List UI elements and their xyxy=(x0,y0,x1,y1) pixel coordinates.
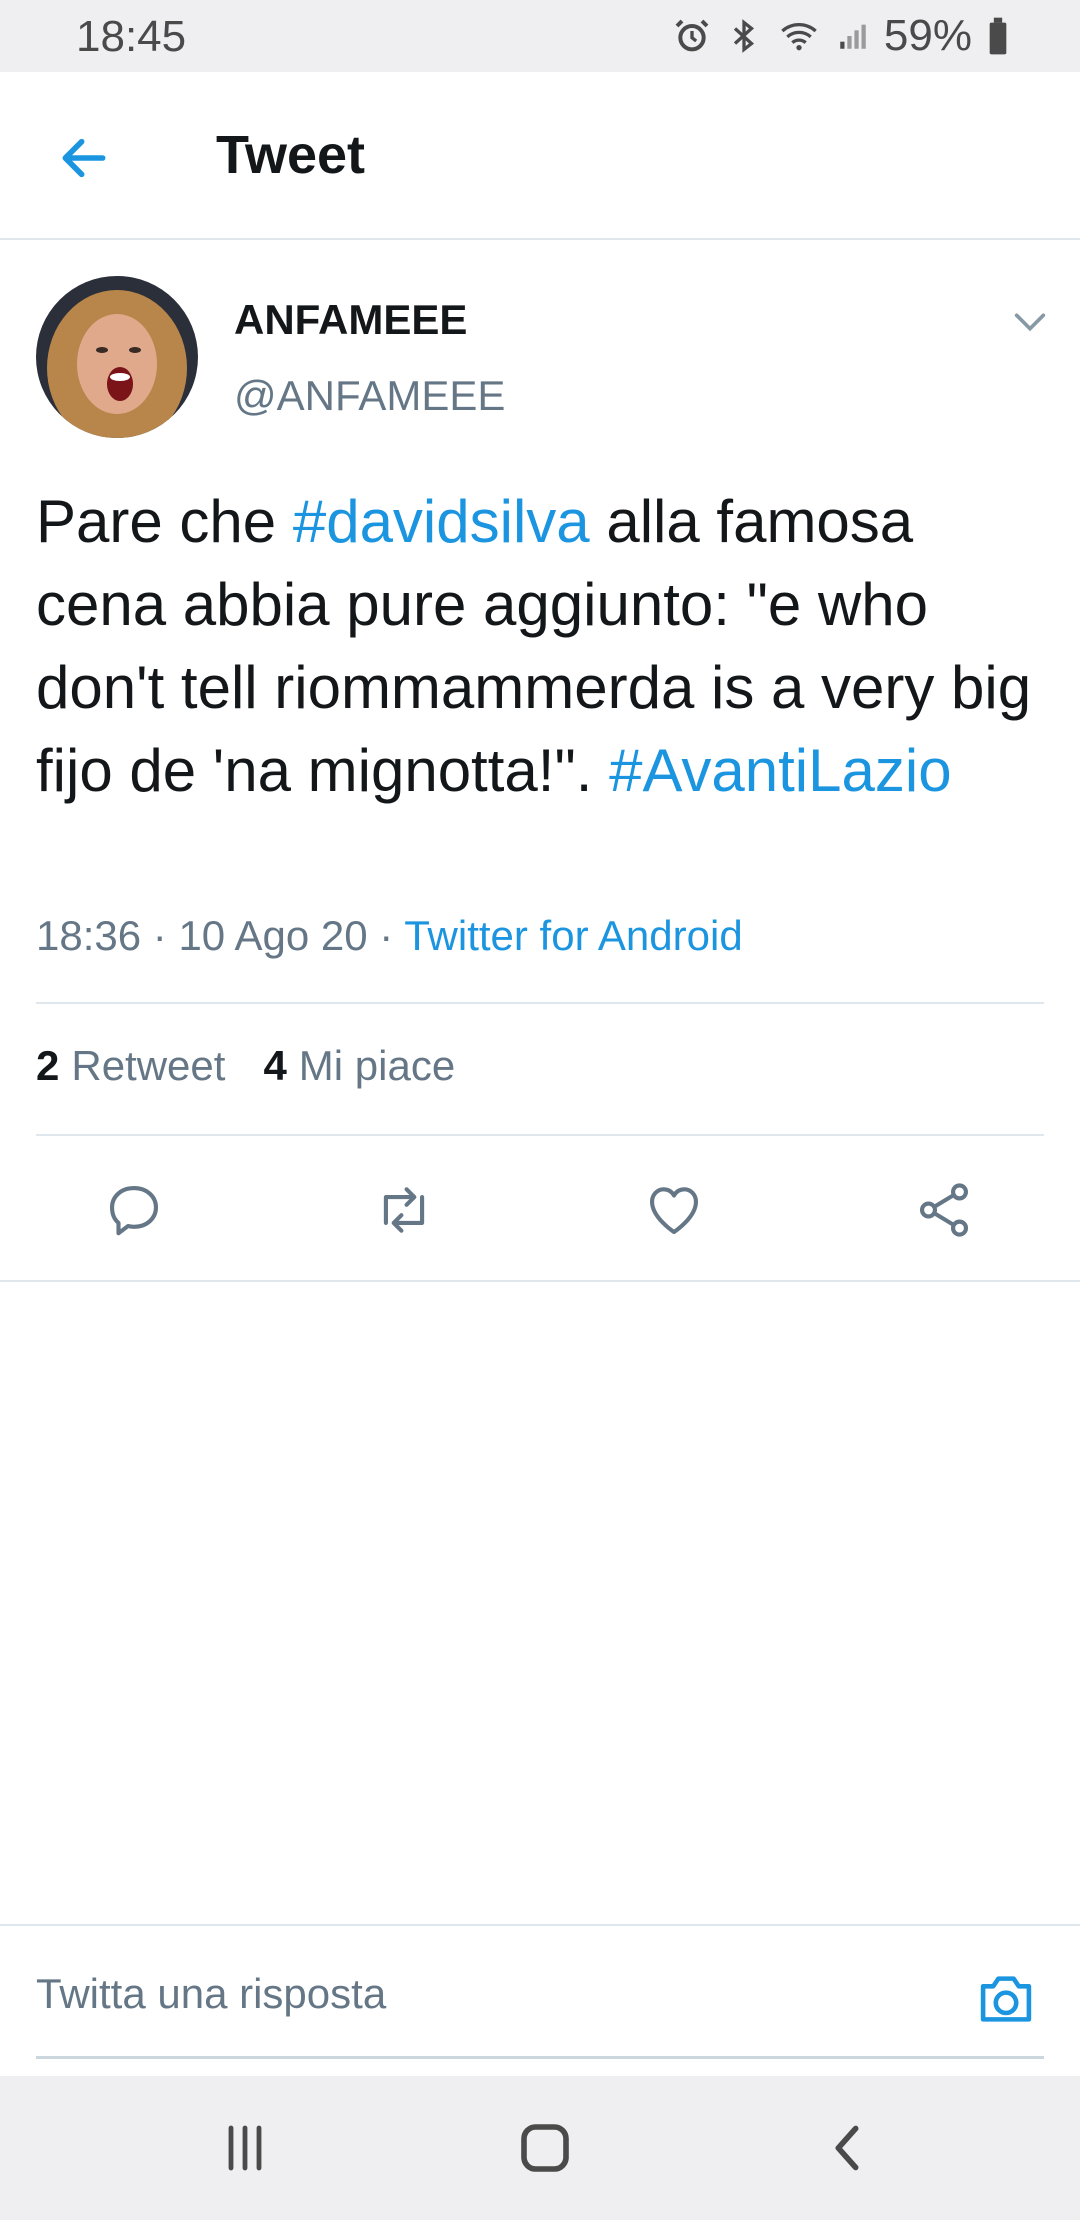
display-name[interactable]: ANFAMEEE xyxy=(234,296,467,344)
recent-apps-icon xyxy=(228,2125,262,2171)
recent-apps-button[interactable] xyxy=(210,2116,280,2180)
reply-icon xyxy=(109,1185,159,1236)
status-bar: 18:45 59% xyxy=(0,0,1080,72)
user-handle[interactable]: @ANFAMEEE xyxy=(234,372,505,420)
system-nav-bar xyxy=(0,2076,1080,2220)
divider xyxy=(0,1924,1080,1926)
tweet-text-part: Pare che xyxy=(36,488,293,555)
camera-icon xyxy=(980,1976,1032,2022)
bluetooth-icon xyxy=(726,16,762,56)
reply-underline xyxy=(36,2056,1044,2059)
home-icon xyxy=(521,2124,569,2172)
home-button[interactable] xyxy=(510,2116,580,2180)
retweet-count: 2 xyxy=(36,1042,60,1089)
like-stat[interactable]: 4 Mi piace xyxy=(263,1042,455,1090)
reply-button[interactable] xyxy=(94,1170,174,1250)
avatar[interactable] xyxy=(36,276,198,438)
divider xyxy=(36,1002,1044,1004)
arrow-left-icon xyxy=(62,138,106,178)
divider xyxy=(36,1134,1044,1136)
tweet-time: 18:36 xyxy=(36,912,142,959)
meta-separator: · xyxy=(141,912,179,959)
camera-button[interactable] xyxy=(970,1966,1042,2032)
more-options-button[interactable] xyxy=(1004,296,1056,348)
chevron-down-icon xyxy=(1014,313,1046,332)
share-button[interactable] xyxy=(904,1170,984,1250)
like-button[interactable] xyxy=(634,1170,714,1250)
share-icon xyxy=(919,1183,969,1237)
like-label: Mi piace xyxy=(298,1042,456,1089)
wifi-icon xyxy=(776,16,822,56)
back-button[interactable] xyxy=(44,118,124,198)
battery-icon xyxy=(986,16,1010,56)
hashtag-link[interactable]: #AvantiLazio xyxy=(609,737,951,804)
app-header: Tweet xyxy=(0,72,1080,240)
chevron-left-icon xyxy=(835,2125,859,2171)
tweet-text: Pare che #davidsilva alla famosa cena ab… xyxy=(36,480,1046,812)
battery-percent: 59% xyxy=(883,11,972,60)
back-nav-button[interactable] xyxy=(812,2116,882,2180)
divider xyxy=(0,1280,1080,1282)
meta-separator: · xyxy=(367,912,405,959)
page-title: Tweet xyxy=(216,125,366,185)
hashtag-link[interactable]: #davidsilva xyxy=(293,488,590,555)
alarm-icon xyxy=(672,16,712,56)
tweet-stats: 2 Retweet 4 Mi piace xyxy=(36,1042,455,1090)
tweet-meta: 18:36 · 10 Ago 20 · Twitter for Android xyxy=(36,912,743,960)
retweet-button[interactable] xyxy=(364,1170,444,1250)
heart-icon xyxy=(649,1187,699,1235)
retweet-icon xyxy=(383,1187,425,1233)
retweet-stat[interactable]: 2 Retweet xyxy=(36,1042,225,1090)
signal-icon xyxy=(836,16,870,56)
reply-input[interactable]: Twitta una risposta xyxy=(36,1970,386,2018)
status-time: 18:45 xyxy=(76,12,187,61)
tweet-date: 10 Ago 20 xyxy=(178,912,368,959)
tweet-actions xyxy=(0,1140,1080,1280)
status-icons: 59% xyxy=(672,10,1010,62)
like-count: 4 xyxy=(263,1042,287,1089)
tweet-source-link[interactable]: Twitter for Android xyxy=(404,912,742,959)
retweet-label: Retweet xyxy=(71,1042,226,1089)
